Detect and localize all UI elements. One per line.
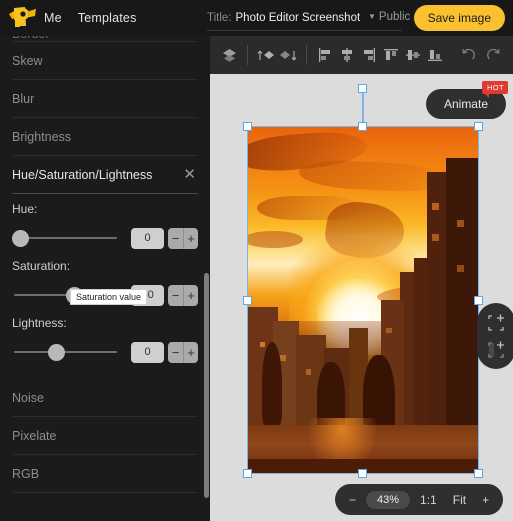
lightness-control: Lightness: 0 − + (12, 316, 198, 365)
hue-increment-button[interactable]: + (183, 227, 198, 249)
title-value[interactable]: Photo Editor Screenshot (236, 12, 361, 24)
align-bottom-icon[interactable] (424, 42, 446, 68)
active-filter-label: Hue/Saturation/Lightness (12, 167, 153, 182)
hot-badge: HOT (481, 81, 508, 98)
zoom-out-button[interactable]: − (343, 489, 362, 511)
redo-icon[interactable] (483, 42, 505, 68)
selected-image-frame[interactable] (243, 122, 483, 478)
send-backward-icon[interactable] (277, 42, 299, 68)
sidebar-scrollbar[interactable] (204, 273, 209, 498)
zoom-in-button[interactable]: + (476, 489, 495, 511)
app-header: Me Templates Title: Photo Editor Screens… (0, 0, 513, 36)
sidebar-item-blur[interactable]: Blur (12, 80, 198, 118)
close-icon[interactable]: ✕ (181, 167, 198, 182)
saturation-increment-button[interactable]: + (183, 284, 198, 306)
frame-tools-panel[interactable] (477, 303, 513, 369)
rotation-handle[interactable] (358, 84, 367, 93)
align-center-horizontal-icon[interactable] (336, 42, 358, 68)
resize-handle-middle-left[interactable] (243, 296, 252, 305)
saturation-label: Saturation: (12, 259, 71, 273)
sunset-city-photo[interactable] (248, 127, 478, 473)
sidebar-item-skew[interactable]: Skew (12, 42, 198, 80)
align-top-icon[interactable] (380, 42, 402, 68)
lightness-increment-button[interactable]: + (183, 341, 198, 363)
hue-label: Hue: (12, 202, 38, 216)
resize-handle-middle-right[interactable] (474, 296, 483, 305)
saturation-tooltip: Saturation value (70, 289, 148, 305)
lightness-slider-thumb[interactable] (48, 344, 65, 361)
lightness-slider[interactable] (12, 341, 119, 363)
resize-handle-bottom-center[interactable] (358, 469, 367, 478)
toolbar-divider (247, 45, 248, 65)
sidebar-item-noise[interactable]: Noise (12, 379, 198, 417)
hue-slider[interactable] (12, 227, 119, 249)
align-middle-vertical-icon[interactable] (402, 42, 424, 68)
zoom-percent-value[interactable]: 43% (366, 490, 411, 509)
undo-icon[interactable] (457, 42, 479, 68)
nav-templates[interactable]: Templates (78, 11, 137, 25)
resize-handle-top-right[interactable] (474, 122, 483, 131)
canvas-area[interactable]: HOT Animate − 43% 1:1 Fit + (210, 36, 513, 521)
resize-handle-bottom-right[interactable] (474, 469, 483, 478)
lightness-label: Lightness: (12, 316, 67, 330)
save-image-button[interactable]: Save image (413, 5, 505, 31)
add-frame-icon[interactable] (485, 312, 507, 334)
privacy-dropdown[interactable]: ▼ Public (368, 11, 410, 23)
zoom-fit-button[interactable]: Fit (447, 489, 472, 511)
lightness-value-input[interactable]: 0 (131, 341, 165, 363)
bring-forward-icon[interactable] (255, 42, 277, 68)
chevron-down-icon: ▼ (368, 12, 376, 21)
resize-handle-top-left[interactable] (243, 122, 252, 131)
align-left-icon[interactable] (314, 42, 336, 68)
sidebar-item-pixelate[interactable]: Pixelate (12, 417, 198, 455)
saturation-decrement-button[interactable]: − (168, 284, 184, 306)
canvas-toolbar (210, 36, 513, 74)
sidebar-item-brightness[interactable]: Brightness (12, 118, 198, 156)
hue-slider-track (14, 237, 117, 239)
zoom-controls[interactable]: − 43% 1:1 Fit + (335, 484, 504, 515)
lightness-decrement-button[interactable]: − (168, 341, 184, 363)
zoom-actual-size-button[interactable]: 1:1 (414, 489, 443, 511)
sidebar-item-hue-saturation-lightness[interactable]: Hue/Saturation/Lightness ✕ (12, 156, 198, 194)
hue-value-input[interactable]: 0 (131, 227, 165, 249)
title-label: Title: (207, 12, 232, 24)
hue-slider-thumb[interactable] (12, 230, 29, 247)
filters-sidebar[interactable]: Border Skew Blur Brightness Hue/Saturati… (0, 28, 210, 521)
toolbar-divider-2 (306, 45, 307, 65)
layers-icon[interactable] (218, 42, 240, 68)
align-right-icon[interactable] (358, 42, 380, 68)
resize-handle-bottom-left[interactable] (243, 469, 252, 478)
hue-decrement-button[interactable]: − (168, 227, 184, 249)
resize-handle-top-center[interactable] (358, 122, 367, 131)
nav-me[interactable]: Me (44, 11, 62, 25)
hue-control: Hue: 0 − + (12, 202, 198, 251)
logo-p-icon[interactable] (0, 0, 42, 36)
sidebar-item-rgb[interactable]: RGB (12, 455, 198, 493)
add-frame-back-icon[interactable] (485, 339, 507, 361)
privacy-label: Public (378, 11, 411, 23)
lightness-slider-track (14, 351, 117, 353)
